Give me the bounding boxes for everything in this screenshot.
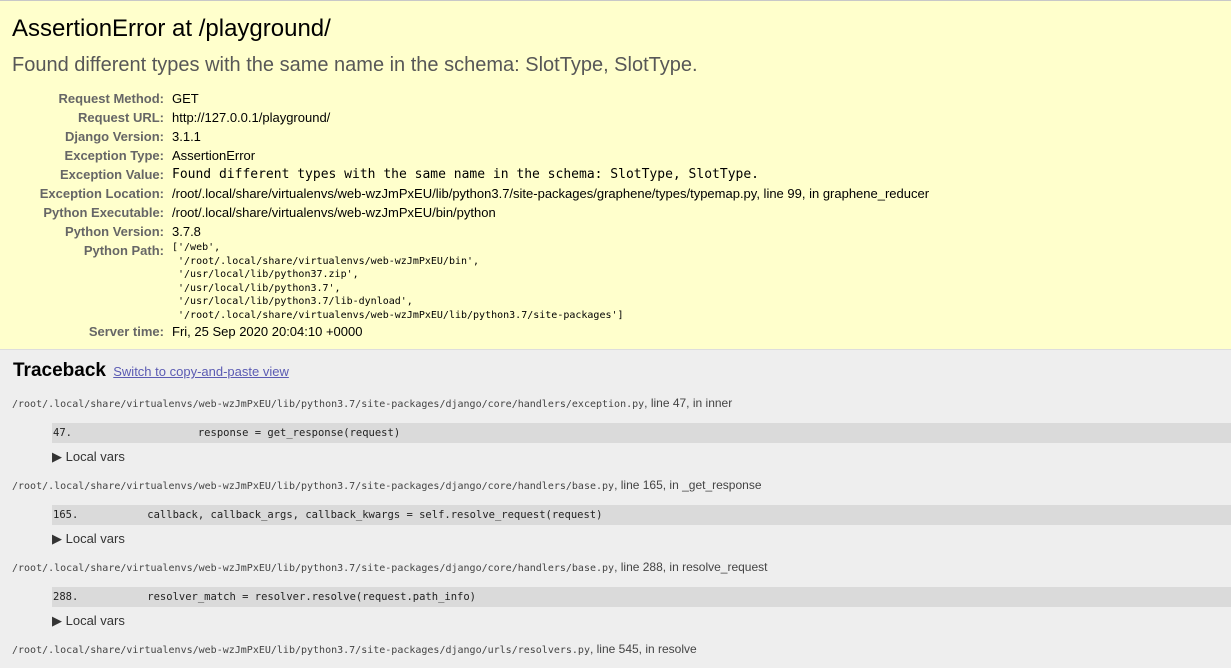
meta-label: Request URL: — [78, 110, 164, 125]
meta-label: Server time: — [88, 324, 164, 339]
traceback-frame: /root/.local/share/virtualenvs/web-wzJmP… — [12, 478, 1231, 546]
meta-row: Request Method: GET — [32, 89, 929, 108]
meta-label: Exception Location: — [39, 186, 164, 201]
frame-line-info: , line 165, in _get_response — [614, 478, 762, 492]
meta-row: Django Version: 3.1.1 — [32, 127, 929, 146]
meta-value: /root/.local/share/virtualenvs/web-wzJmP… — [172, 186, 930, 201]
code-line: callback, callback_args, callback_kwargs… — [122, 509, 603, 521]
meta-value: /root/.local/share/virtualenvs/web-wzJmP… — [172, 205, 496, 220]
meta-value: Fri, 25 Sep 2020 20:04:10 +0000 — [172, 324, 363, 339]
request-meta-table: Request Method: GET Request URL: http://… — [32, 89, 929, 341]
frame-location: /root/.local/share/virtualenvs/web-wzJmP… — [12, 560, 1219, 576]
frame-location: /root/.local/share/virtualenvs/web-wzJmP… — [12, 396, 1219, 412]
meta-row: Python Path: ['/web', '/root/.local/shar… — [32, 241, 929, 322]
frame-file-path: /root/.local/share/virtualenvs/web-wzJmP… — [12, 563, 615, 574]
meta-row: Exception Type: AssertionError — [32, 146, 929, 165]
exception-message: Found different types with the same name… — [12, 54, 698, 76]
frame-line-info: , line 545, in resolve — [589, 642, 697, 656]
meta-label: Python Version: — [65, 224, 164, 239]
context-line[interactable]: 288. resolver_match = resolver.resolve(r… — [52, 587, 1231, 607]
meta-row: Python Version: 3.7.8 — [32, 222, 929, 241]
meta-value: GET — [172, 91, 199, 106]
frame-file-path: /root/.local/share/virtualenvs/web-wzJmP… — [12, 481, 615, 492]
meta-label: Python Path: — [83, 243, 164, 258]
meta-row: Request URL: http://127.0.0.1/playground… — [32, 108, 929, 127]
line-number: 288. — [53, 591, 79, 603]
meta-label: Python Executable: — [43, 205, 164, 220]
meta-label: Django Version: — [65, 129, 164, 144]
error-summary: AssertionError at /playground/ Found dif… — [0, 0, 1231, 350]
line-number: 47. — [53, 427, 72, 439]
local-vars-toggle[interactable]: ▶ Local vars — [52, 614, 1219, 628]
frame-file-path: /root/.local/share/virtualenvs/web-wzJmP… — [12, 645, 590, 656]
line-number: 165. — [53, 509, 79, 521]
meta-row: Server time: Fri, 25 Sep 2020 20:04:10 +… — [32, 322, 929, 341]
meta-label: Exception Value: — [59, 167, 164, 182]
meta-row: Exception Value: Found different types w… — [32, 165, 929, 184]
traceback-frame: /root/.local/share/virtualenvs/web-wzJmP… — [12, 396, 1231, 464]
context-line[interactable]: 165. callback, callback_args, callback_k… — [52, 505, 1231, 525]
meta-row: Exception Location: /root/.local/share/v… — [32, 184, 929, 203]
python-path-list: ['/web', '/root/.local/share/virtualenvs… — [172, 242, 624, 321]
meta-value: ['/web', '/root/.local/share/virtualenvs… — [172, 241, 929, 322]
frame-location: /root/.local/share/virtualenvs/web-wzJmP… — [12, 642, 1219, 658]
meta-value: http://127.0.0.1/playground/ — [172, 110, 331, 125]
context-line[interactable]: 47. response = get_response(request) — [52, 423, 1231, 443]
frame-line-info: , line 288, in resolve_request — [614, 560, 768, 574]
traceback-section: Traceback Switch to copy-and-paste view … — [0, 350, 1231, 658]
local-vars-toggle[interactable]: ▶ Local vars — [52, 450, 1219, 464]
local-vars-toggle[interactable]: ▶ Local vars — [52, 532, 1219, 546]
meta-label: Request Method: — [58, 91, 164, 106]
code-line: resolver_match = resolver.resolve(reques… — [122, 591, 477, 603]
meta-value: AssertionError — [172, 148, 256, 163]
meta-value: 3.7.8 — [172, 224, 201, 239]
frame-line-info: , line 47, in inner — [644, 396, 733, 410]
meta-label: Exception Type: — [64, 148, 164, 163]
traceback-frame: /root/.local/share/virtualenvs/web-wzJmP… — [12, 642, 1219, 658]
frame-location: /root/.local/share/virtualenvs/web-wzJmP… — [12, 478, 1219, 494]
traceback-title: Traceback — [13, 360, 106, 381]
traceback-frame: /root/.local/share/virtualenvs/web-wzJmP… — [12, 560, 1231, 628]
page-title: AssertionError at /playground/ — [12, 15, 331, 42]
code-line: response = get_response(request) — [122, 427, 401, 439]
meta-row: Python Executable: /root/.local/share/vi… — [32, 203, 929, 222]
switch-to-copy-paste-link[interactable]: Switch to copy-and-paste view — [113, 364, 289, 379]
frame-file-path: /root/.local/share/virtualenvs/web-wzJmP… — [12, 399, 645, 410]
meta-value: Found different types with the same name… — [172, 167, 759, 182]
meta-value: 3.1.1 — [172, 129, 201, 144]
traceback-heading: Traceback Switch to copy-and-paste view — [13, 360, 1219, 382]
